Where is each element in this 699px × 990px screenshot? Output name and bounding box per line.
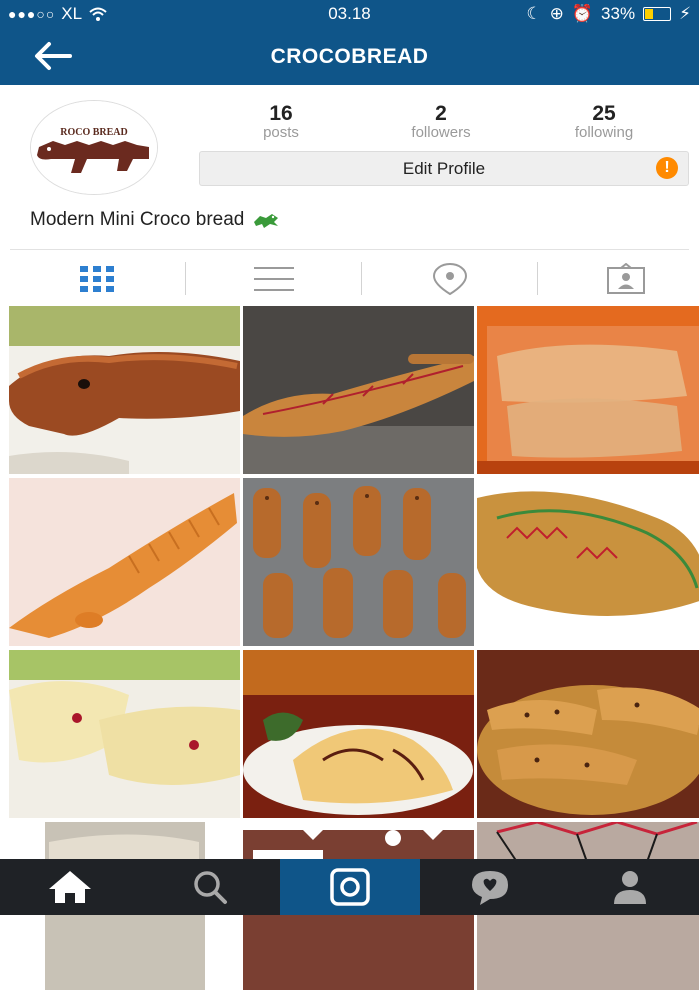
post-thumbnail[interactable] [477, 306, 699, 474]
profile-icon [614, 871, 646, 904]
alarm-icon: ⏰ [571, 4, 594, 23]
post-thumbnail[interactable] [9, 478, 240, 646]
nav-home[interactable] [0, 859, 140, 915]
alert-icon[interactable]: ! [656, 157, 678, 179]
profile-divider [10, 249, 689, 250]
bio-text: Modern Mini Croco bread [30, 209, 245, 230]
post-thumbnail[interactable] [477, 650, 699, 818]
post-thumbnail[interactable] [9, 650, 240, 818]
followers-count-value: 2 [435, 102, 447, 125]
battery-percent: 33% [601, 4, 636, 23]
battery-level-fill [645, 9, 654, 19]
croco-bread-basket-dotted-image [477, 650, 699, 818]
tab-list-view[interactable] [186, 257, 362, 301]
status-bar-right: ☾ ⊕ ⏰ 33% ⚡ [526, 4, 691, 24]
home-icon [49, 871, 91, 903]
charging-icon: ⚡ [679, 4, 691, 23]
followers-count-label: followers [411, 124, 471, 141]
croco-bread-orange-ridged-image [9, 478, 240, 646]
profile-username-title: CROCOBREAD [270, 45, 429, 68]
back-arrow-icon [35, 42, 72, 70]
nav-search[interactable] [140, 859, 280, 915]
posts-count[interactable]: 16 posts [226, 103, 336, 141]
posts-count-label: posts [263, 124, 299, 141]
post-thumbnail[interactable] [243, 306, 474, 474]
bottom-nav [0, 859, 699, 915]
post-thumbnail[interactable] [243, 650, 474, 818]
croco-bread-chocolate-plate-image [243, 650, 474, 818]
grid-icon [80, 266, 114, 292]
app-bar: CROCOBREAD [0, 28, 699, 85]
tagged-photos-icon [607, 263, 645, 294]
location-pin-icon [432, 263, 468, 296]
profile-bio: Modern Mini Croco bread [30, 209, 280, 231]
nav-camera[interactable] [280, 859, 420, 915]
following-count-label: following [574, 124, 634, 141]
edit-profile-button[interactable]: Edit Profile ! [199, 151, 689, 186]
tab-location-view[interactable] [362, 257, 538, 301]
status-bar: ●●●○○ XL 03.18 ☾ ⊕ ⏰ 33% ⚡ [0, 0, 699, 28]
avatar-logo-text: ROCO BREAD [60, 127, 128, 138]
croco-bread-packaged-tray-image [477, 306, 699, 474]
croco-bread-decorated-large-image [477, 478, 699, 646]
posts-count-value: 16 [269, 102, 293, 125]
avatar[interactable]: ROCO BREAD [30, 100, 158, 195]
tab-tagged-view[interactable] [538, 257, 699, 301]
moon-icon: ☾ [526, 4, 542, 23]
tab-grid-view[interactable] [9, 257, 185, 301]
battery-icon [643, 7, 672, 21]
nav-profile[interactable] [560, 859, 699, 915]
croco-bread-brown-glazed-image [9, 306, 240, 474]
post-thumbnail[interactable] [9, 306, 240, 474]
list-icon [254, 267, 294, 291]
following-count-value: 25 [592, 102, 616, 125]
followers-count[interactable]: 2 followers [386, 103, 496, 141]
edit-profile-label: Edit Profile [402, 159, 486, 178]
croco-bread-logo: ROCO BREAD [31, 101, 157, 194]
orientation-lock-icon: ⊕ [549, 4, 564, 23]
post-thumbnail[interactable] [243, 478, 474, 646]
back-button[interactable] [30, 39, 74, 73]
post-thumbnail[interactable] [477, 478, 699, 646]
following-count[interactable]: 25 following [549, 103, 659, 141]
activity-bubble-icon [472, 871, 508, 905]
search-icon [194, 871, 227, 904]
croco-bread-baking-tray-image [243, 478, 474, 646]
camera-icon [330, 868, 370, 906]
croco-bread-white-green-image [9, 650, 240, 818]
nav-activity[interactable] [420, 859, 560, 915]
crocodile-emoji-icon [254, 214, 279, 228]
croco-bread-icing-red-image [243, 306, 474, 474]
